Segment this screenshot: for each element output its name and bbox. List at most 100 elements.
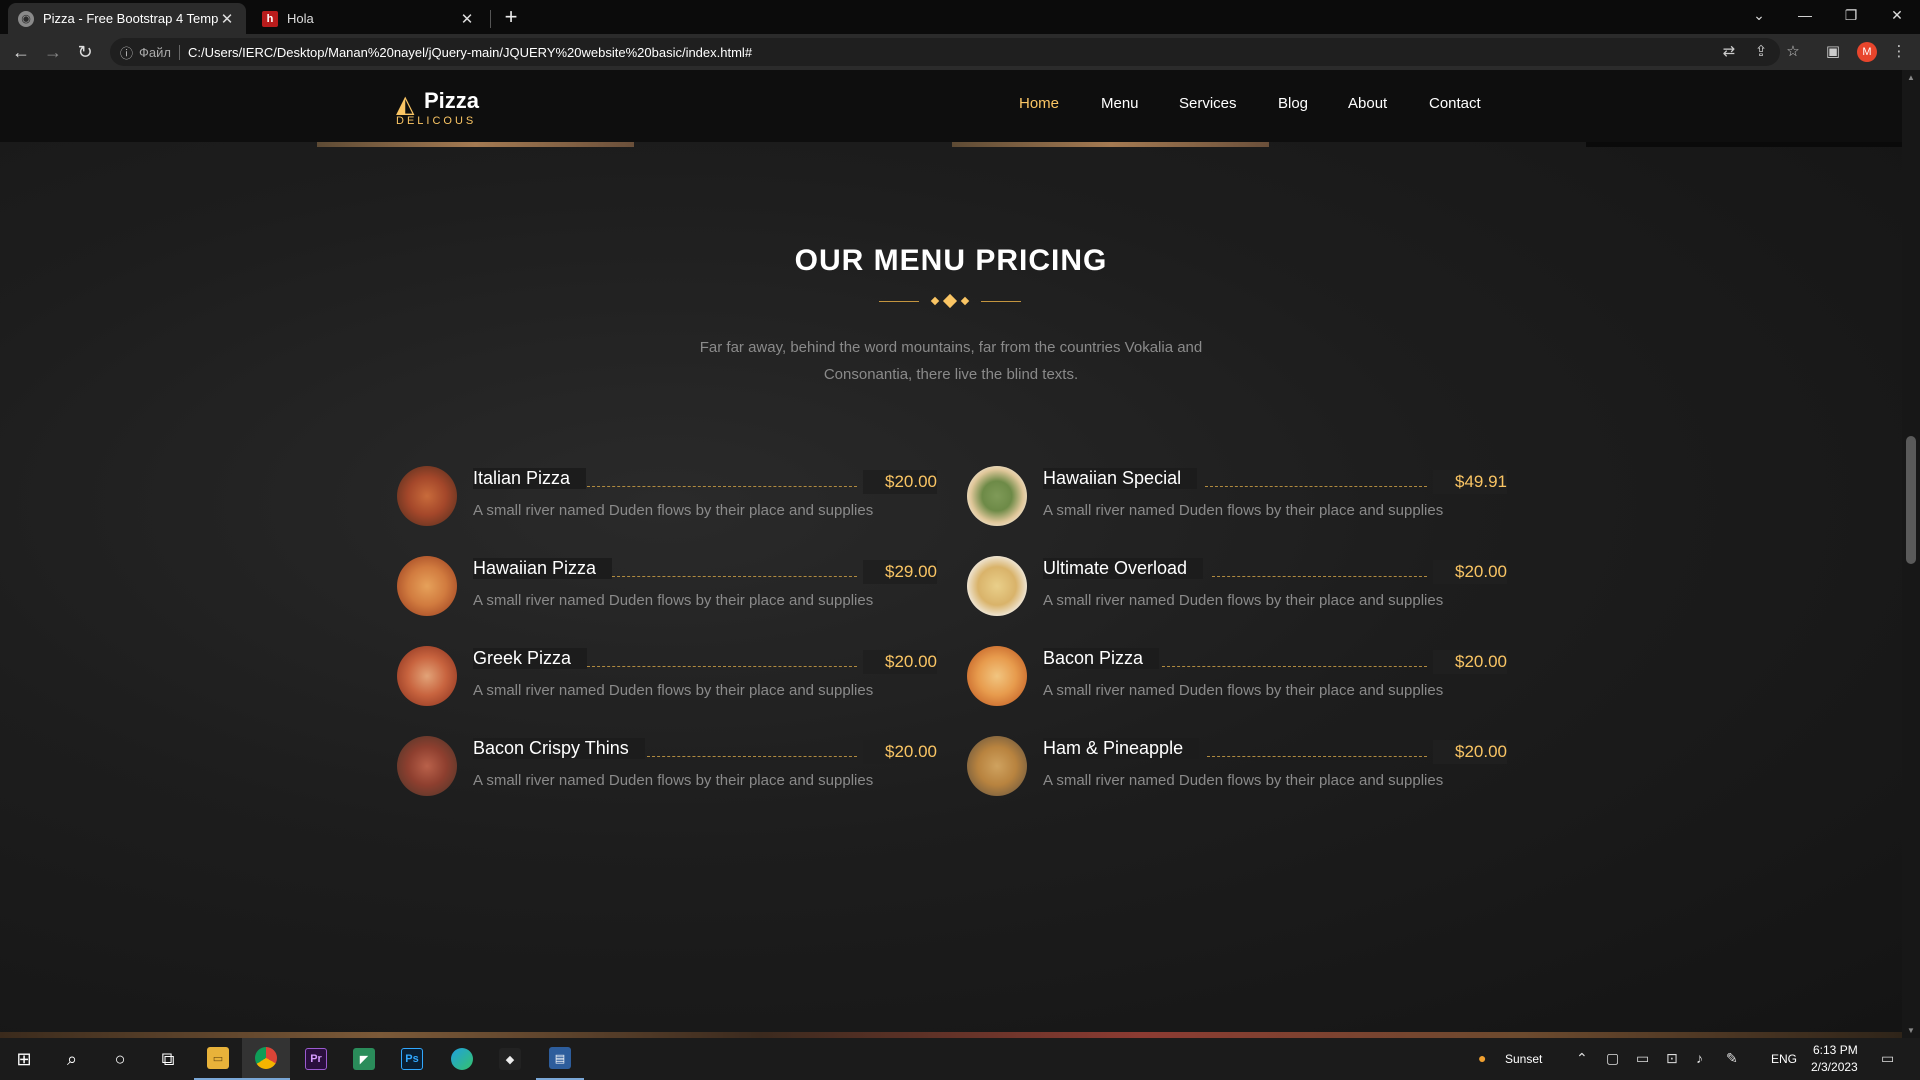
- pizza-image: [967, 646, 1027, 706]
- translate-icon[interactable]: ⇄: [1719, 42, 1739, 62]
- menu-item-price: $20.00: [1433, 560, 1507, 584]
- nav-services[interactable]: Services: [1179, 95, 1237, 112]
- close-icon[interactable]: ✕: [458, 10, 476, 28]
- code-editor-icon[interactable]: ◤: [340, 1038, 388, 1080]
- pizza-image: [397, 646, 457, 706]
- restore-button[interactable]: ❐: [1828, 0, 1874, 30]
- gallery-image-edge: [317, 142, 634, 147]
- address-scheme: Файл: [139, 44, 180, 60]
- windows-taskbar: ⊞ ⌕ ○ ⧉ ▭ Pr ◤ Ps ◆ ▤ ● Sunset ⌃ ▢ ▭ ⊡ ♪…: [0, 1038, 1920, 1080]
- premiere-pro-icon[interactable]: Pr: [292, 1038, 340, 1080]
- menu-item-name: Hawaiian Special: [1043, 468, 1198, 489]
- nav-contact[interactable]: Contact: [1429, 95, 1481, 112]
- menu-item-price: $20.00: [863, 470, 937, 494]
- info-icon[interactable]: ⓘ: [120, 43, 133, 62]
- menu-item-price: $29.00: [863, 560, 937, 584]
- nav-home[interactable]: Home: [1019, 95, 1059, 112]
- share-icon[interactable]: ⇪: [1751, 42, 1771, 62]
- menu-item-name: Ham & Pineapple: [1043, 738, 1200, 759]
- menu-item[interactable]: Hawaiian Pizza $29.00 A small river name…: [397, 556, 937, 636]
- price-leader: [587, 486, 857, 487]
- menu-item[interactable]: Ham & Pineapple $20.00 A small river nam…: [967, 736, 1507, 816]
- search-icon[interactable]: ⌕: [48, 1038, 96, 1080]
- forward-arrow-icon[interactable]: →: [40, 39, 66, 65]
- tray-chevron-up-icon[interactable]: ⌃: [1576, 1050, 1588, 1067]
- close-icon[interactable]: ✕: [218, 10, 236, 28]
- pizza-image: [397, 736, 457, 796]
- menu-item-description: A small river named Duden flows by their…: [1043, 502, 1444, 519]
- menu-item[interactable]: Greek Pizza $20.00 A small river named D…: [397, 646, 937, 726]
- nav-about[interactable]: About: [1348, 95, 1387, 112]
- price-leader: [1162, 666, 1427, 667]
- page-scrollbar[interactable]: ▲ ▼: [1902, 70, 1920, 1038]
- meet-now-icon[interactable]: ▢: [1606, 1050, 1619, 1067]
- scroll-down-arrow-icon[interactable]: ▼: [1907, 1026, 1915, 1035]
- cortana-icon[interactable]: ○: [96, 1038, 144, 1080]
- price-leader: [1205, 486, 1427, 487]
- menu-item-name: Ultimate Overload: [1043, 558, 1204, 579]
- menu-item-description: A small river named Duden flows by their…: [473, 772, 874, 789]
- page-viewport: ◭ Pizza DELICOUS Home Menu Services Blog…: [0, 70, 1902, 1038]
- file-explorer-icon[interactable]: ▭: [194, 1038, 242, 1080]
- tab-title: Pizza - Free Bootstrap 4 Template: [43, 11, 218, 26]
- app-window-icon[interactable]: ▤: [536, 1038, 584, 1080]
- nav-blog[interactable]: Blog: [1278, 95, 1308, 112]
- menu-item-price: $49.91: [1433, 470, 1507, 494]
- heading-divider: [875, 293, 1025, 309]
- back-arrow-icon[interactable]: ←: [8, 39, 34, 65]
- windows-start-icon[interactable]: ⊞: [0, 1038, 48, 1080]
- volume-icon[interactable]: ♪: [1696, 1050, 1703, 1066]
- price-leader: [1207, 756, 1427, 757]
- minimize-button[interactable]: —: [1782, 0, 1828, 30]
- menu-item-description: A small river named Duden flows by their…: [1043, 772, 1444, 789]
- photoshop-icon[interactable]: Ps: [388, 1038, 436, 1080]
- tab-pizza[interactable]: ◉ Pizza - Free Bootstrap 4 Template ✕: [8, 3, 246, 34]
- gallery-image-edge: [952, 142, 1269, 147]
- new-tab-button[interactable]: +: [498, 4, 524, 30]
- tab-hola[interactable]: h Hola ✕: [252, 3, 486, 34]
- profile-avatar[interactable]: M: [1857, 42, 1877, 62]
- menu-item[interactable]: Bacon Pizza $20.00 A small river named D…: [967, 646, 1507, 726]
- inkscape-icon[interactable]: ◆: [486, 1038, 534, 1080]
- nav-menu[interactable]: Menu: [1101, 95, 1139, 112]
- browser-toolbar: ← → ↻ ⓘ Файл C:/Users/IERC/Desktop/Manan…: [0, 34, 1920, 70]
- section-intro: Far far away, behind the word mountains,…: [699, 339, 1203, 383]
- clock-time[interactable]: 6:13 PM: [1813, 1043, 1858, 1057]
- edge-icon[interactable]: [438, 1038, 486, 1080]
- menu-item-description: A small river named Duden flows by their…: [473, 502, 874, 519]
- weather-label[interactable]: Sunset: [1505, 1052, 1542, 1066]
- window-close-button[interactable]: ✕: [1874, 0, 1920, 30]
- chrome-icon[interactable]: [242, 1038, 290, 1080]
- section-title: OUR MENU PRICING: [794, 244, 1108, 277]
- reload-icon[interactable]: ↻: [72, 39, 98, 65]
- menu-item-price: $20.00: [1433, 650, 1507, 674]
- menu-item[interactable]: Bacon Crispy Thins $20.00 A small river …: [397, 736, 937, 816]
- address-url[interactable]: C:/Users/IERC/Desktop/Manan%20nayel/jQue…: [188, 45, 752, 60]
- scrollbar-thumb[interactable]: [1906, 436, 1916, 564]
- menu-item-name: Greek Pizza: [473, 648, 588, 669]
- price-leader: [1212, 576, 1427, 577]
- weather-sun-icon[interactable]: ●: [1478, 1050, 1486, 1066]
- clock-date[interactable]: 2/3/2023: [1811, 1060, 1858, 1074]
- address-bar[interactable]: ⓘ Файл C:/Users/IERC/Desktop/Manan%20nay…: [110, 38, 1780, 66]
- tab-search-chevron-icon[interactable]: ⌄: [1736, 0, 1782, 30]
- pen-icon[interactable]: ✎: [1726, 1050, 1738, 1067]
- price-leader: [587, 666, 857, 667]
- display-icon[interactable]: ⊡: [1666, 1050, 1678, 1067]
- language-indicator[interactable]: ENG: [1771, 1052, 1797, 1066]
- tab-divider: [490, 10, 491, 28]
- bookmark-star-icon[interactable]: ☆: [1783, 42, 1803, 62]
- menu-item[interactable]: Ultimate Overload $20.00 A small river n…: [967, 556, 1507, 636]
- network-icon[interactable]: ▭: [1636, 1050, 1649, 1067]
- price-leader: [612, 576, 857, 577]
- scroll-up-arrow-icon[interactable]: ▲: [1907, 73, 1915, 82]
- side-panel-icon[interactable]: ▣: [1823, 42, 1843, 62]
- gallery-image-edge: [1586, 142, 1902, 147]
- notifications-icon[interactable]: ▭: [1881, 1050, 1894, 1067]
- h-favicon-icon: h: [262, 10, 278, 27]
- kebab-menu-icon[interactable]: ⋮: [1889, 42, 1909, 62]
- task-view-icon[interactable]: ⧉: [144, 1038, 192, 1080]
- menu-item[interactable]: Italian Pizza $20.00 A small river named…: [397, 466, 937, 546]
- pizza-image: [967, 466, 1027, 526]
- menu-item[interactable]: Hawaiian Special $49.91 A small river na…: [967, 466, 1507, 546]
